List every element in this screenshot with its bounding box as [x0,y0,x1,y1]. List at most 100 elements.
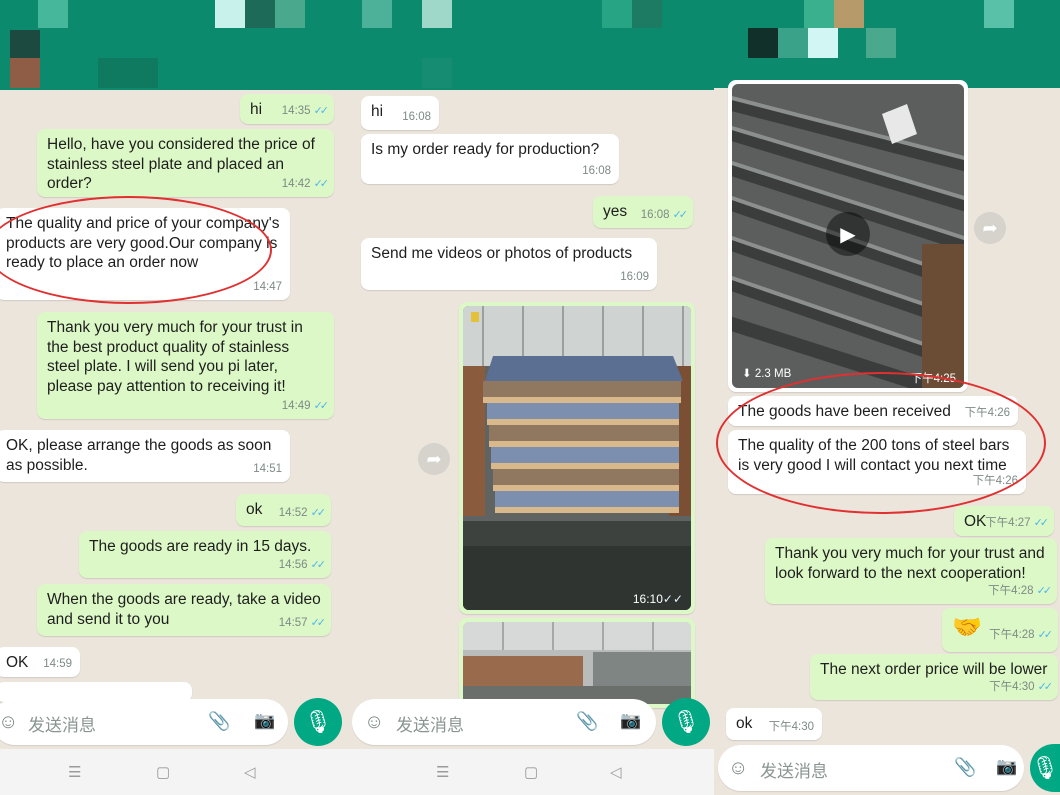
emoji-icon[interactable]: ☺ [728,757,748,780]
steel-plates-photo[interactable]: 16:10✓✓ [463,306,691,610]
message-meta: 16:08 ✓✓ [641,206,688,226]
emoji-icon[interactable]: ☺ [364,711,384,734]
message-text: ok [736,715,753,732]
read-receipt-icon: ✓✓ [313,399,330,412]
message-time: 下午4:28 [988,584,1034,597]
home-icon[interactable]: ▢ [156,763,170,781]
message-time: 下午4:28 [989,629,1035,641]
read-receipt-icon: ✓✓ [1033,516,1050,529]
steel-bars-video[interactable]: ▶ ⬇ 2.3 MB 下午4:25 [732,84,964,388]
message-bubble-outgoing[interactable]: Thank you very much for your trust and l… [765,538,1057,604]
message-bubble-incoming[interactable]: OK 14:59 [0,647,80,677]
video-time: 下午4:25 [910,373,956,385]
message-meta: 14:47 [253,278,282,298]
message-text: The next order price will be lower [820,661,1048,678]
message-meta: 14:52 ✓✓ [278,504,326,524]
message-text: hi [250,101,263,118]
message-time: 14:35 [281,104,311,117]
paperclip-icon[interactable]: 📎 [208,711,230,732]
video-message[interactable]: ▶ ⬇ 2.3 MB 下午4:25 [728,80,968,392]
message-meta: 下午4:26 [965,404,1010,424]
message-input-bar[interactable]: ☺ 发送消息 📎 📷 [0,699,288,745]
message-text: Send me videos or photos of products [371,245,633,262]
message-bubble-outgoing[interactable]: Hello, have you considered the price of … [37,129,334,197]
message-bubble-outgoing[interactable]: When the goods are ready, take a video a… [37,584,331,636]
microphone-icon: 🎙 [1031,755,1059,780]
message-meta: 下午4:28 ✓✓ [988,582,1053,602]
menu-icon[interactable]: ☰ [68,763,81,781]
message-bubble-outgoing[interactable]: ok 14:52 ✓✓ [236,494,331,526]
message-time: 14:59 [43,657,72,670]
handshake-icon: 🤝 [952,614,982,641]
microphone-icon: 🎙 [304,709,332,734]
message-time: 16:08 [402,110,431,123]
message-bubble-incoming[interactable]: The goods have been received 下午4:26 [728,396,1018,426]
camera-icon[interactable]: 📷 [254,711,275,731]
paperclip-icon[interactable]: 📎 [954,757,976,778]
message-bubble-outgoing[interactable]: 🤝 下午4:28 ✓✓ [942,608,1058,652]
steel-warehouse-photo[interactable] [463,622,691,704]
message-meta: 16:08 [582,162,611,182]
forward-button[interactable]: ➦ [974,212,1006,244]
camera-icon[interactable]: 📷 [620,711,641,731]
message-bubble-outgoing[interactable]: The goods are ready in 15 days. 14:56 ✓✓ [79,531,331,578]
message-text: Thank you very much for your trust and l… [775,545,1045,582]
read-receipt-icon: ✓✓ [1037,629,1054,641]
message-bubble-incoming[interactable]: hi 16:08 [361,96,439,130]
message-text: OK [6,654,29,671]
blurred-header [714,0,1060,88]
message-input-placeholder[interactable]: 发送消息 [396,711,464,736]
message-text: Is my order ready for production? [371,141,600,158]
message-bubble-outgoing[interactable]: OK 下午4:27 ✓✓ [954,506,1054,536]
message-time: 16:08 [582,164,611,177]
message-bubble-outgoing[interactable]: yes 16:08 ✓✓ [593,196,693,228]
message-input-bar[interactable]: ☺ 发送消息 📎 📷 [718,745,1024,791]
paperclip-icon[interactable]: 📎 [576,711,598,732]
steel-plates-image [463,306,691,610]
message-meta: 14:56 ✓✓ [279,556,326,576]
system-nav-bar: ☰ ▢ ◁ [352,749,714,795]
message-bubble-incoming[interactable]: Send me videos or photos of products 16:… [361,238,657,290]
back-icon[interactable]: ◁ [244,763,256,781]
microphone-button[interactable]: 🎙 [662,698,710,746]
message-bubble-incoming[interactable]: Is my order ready for production? 16:08 [361,134,619,184]
message-input-placeholder[interactable]: 发送消息 [760,757,828,782]
home-icon[interactable]: ▢ [524,763,538,781]
message-meta: 16:09 [620,268,649,288]
message-input-placeholder[interactable]: 发送消息 [28,711,96,736]
play-icon[interactable]: ▶ [826,212,870,256]
message-bubble-incoming[interactable]: The quality of the 200 tons of steel bar… [728,430,1026,494]
read-receipt-icon: ✓✓ [1037,680,1054,693]
message-bubble-incoming[interactable]: OK, please arrange the goods as soon as … [0,430,290,482]
message-meta: 16:08 [402,108,431,128]
photo-message[interactable] [459,618,695,708]
video-size-label: 2.3 MB [754,368,792,380]
back-icon[interactable]: ◁ [610,763,622,781]
message-text: The goods have been received [738,403,951,420]
message-text: The goods are ready in 15 days. [89,538,312,555]
photo-message[interactable]: 16:10✓✓ [459,302,695,614]
camera-icon[interactable]: 📷 [996,757,1017,777]
message-time: 14:51 [253,462,282,475]
message-meta: 下午4:30 [769,718,814,738]
message-bubble-outgoing[interactable]: Thank you very much for your trust in th… [37,312,334,419]
read-receipt-icon: ✓✓ [313,177,330,190]
forward-button[interactable]: ➦ [418,443,450,475]
message-input-bar[interactable]: ☺ 发送消息 📎 📷 [352,699,656,745]
message-time: 下午4:27 [985,516,1031,529]
message-text: yes [603,203,628,220]
emoji-icon[interactable]: ☺ [0,711,18,734]
message-bubble-incoming[interactable]: The quality and price of your company's … [0,208,290,300]
message-time: 14:52 [278,506,308,519]
read-receipt-icon: ✓✓ [1036,584,1053,597]
microphone-button[interactable]: 🎙 [1030,744,1060,792]
message-bubble-outgoing[interactable]: The next order price will be lower 下午4:3… [810,654,1058,700]
message-time: 下午4:30 [989,680,1035,693]
microphone-button[interactable]: 🎙 [294,698,342,746]
menu-icon[interactable]: ☰ [436,763,449,781]
message-bubble-incoming[interactable]: ok 下午4:30 [726,708,822,740]
read-receipt-icon: ✓✓ [313,104,330,117]
message-bubble-outgoing[interactable]: hi 14:35 ✓✓ [240,94,334,124]
message-time: 16:09 [620,270,649,283]
photo-meta: 16:10✓✓ [633,592,683,606]
